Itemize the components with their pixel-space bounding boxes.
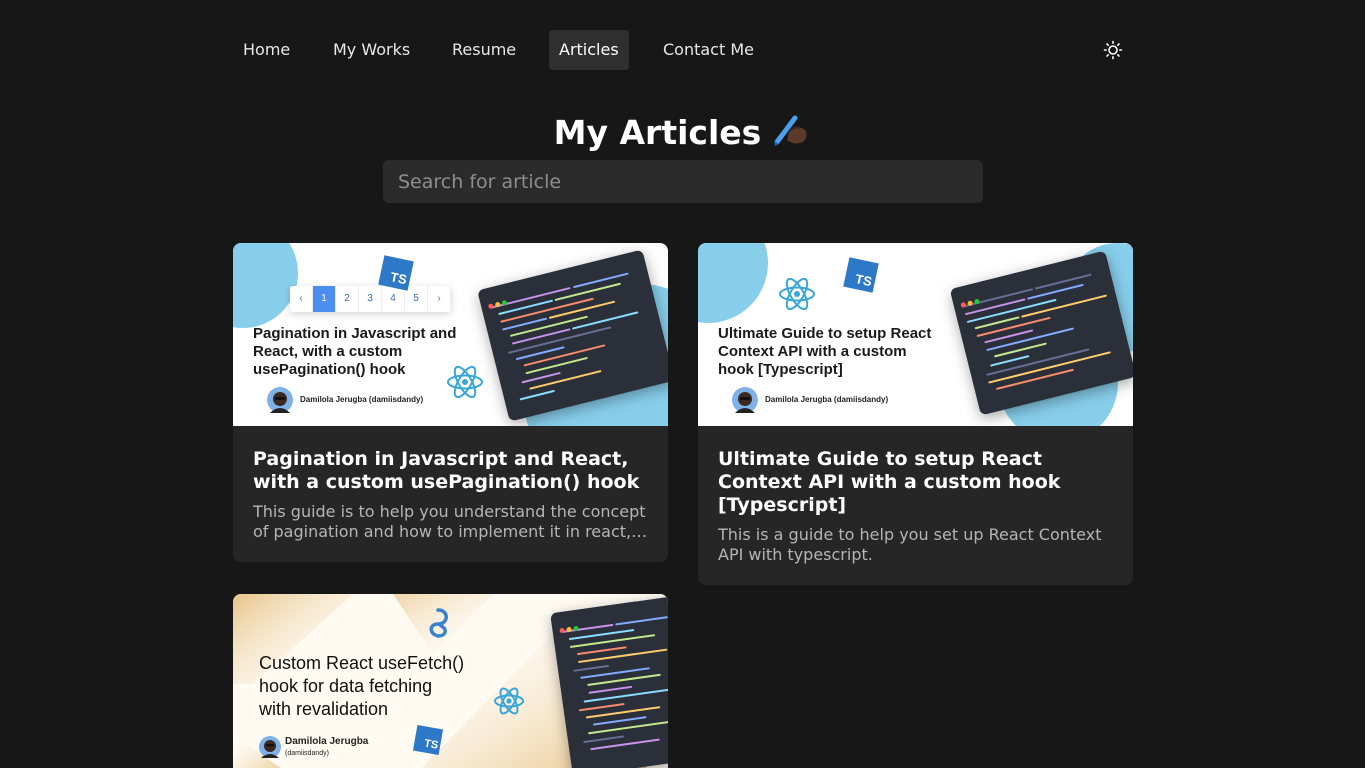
pager-prev: ‹ [290, 286, 313, 312]
pager-next: › [428, 286, 451, 312]
article-title[interactable]: Pagination in Javascript and React, with… [253, 448, 648, 494]
article-thumbnail: ‹ 1 2 3 4 5 › TS Pagination in Javascrip… [233, 243, 668, 426]
react-logo-icon [494, 687, 524, 715]
react-logo-icon [447, 365, 483, 399]
article-description: This guide is to help you understand the… [253, 502, 646, 541]
code-editor-graphic [550, 596, 668, 768]
nav-articles[interactable]: Articles [549, 30, 629, 70]
author-avatar [732, 387, 758, 413]
pagination-graphic: ‹ 1 2 3 4 5 › [290, 286, 451, 312]
pager-page: 2 [336, 286, 359, 312]
page-title-text: My Articles [553, 113, 762, 152]
nav-resume[interactable]: Resume [442, 30, 526, 70]
thumbnail-headline-line: usePagination() hook [253, 361, 406, 378]
thumbnail-author-handle: (damiisdandy) [285, 750, 329, 757]
pager-page: 1 [313, 286, 336, 312]
thumbnail-headline-line: Context API with a custom [718, 343, 907, 360]
thumbnail-headline: Pagination in Javascript and React, with… [253, 325, 456, 379]
page-title: My Articles [0, 108, 1365, 161]
thumbnail-headline-line: Custom React useFetch() [259, 653, 465, 673]
thumbnail-author: Damilola Jerugba (damiisdandy) [765, 395, 889, 404]
thumbnail-headline: Custom React useFetch() hook for data fe… [259, 652, 464, 721]
typescript-logo-icon: TS [378, 255, 414, 291]
thumbnail-headline-line: hook [Typescript] [718, 361, 843, 378]
react-logo-icon [779, 277, 815, 311]
main-nav: Home My Works Resume Articles Contact Me [233, 30, 1133, 70]
author-avatar [267, 387, 293, 413]
author-avatar [259, 736, 281, 758]
article-description: This is a guide to help you set up React… [718, 525, 1102, 564]
thumbnail-headline-line: Ultimate Guide to setup React [718, 325, 932, 342]
thumbnail-author-name: Damilola Jerugba [285, 736, 369, 747]
typescript-logo-icon: TS [412, 724, 444, 756]
pager-page: 4 [382, 286, 405, 312]
search-input[interactable] [383, 160, 983, 203]
sun-icon[interactable] [1103, 40, 1123, 60]
nav-home[interactable]: Home [233, 30, 300, 70]
thumbnail-author: Damilola Jerugba (damiisdandy) [285, 736, 368, 760]
thumbnail-headline: Ultimate Guide to setup React Context AP… [718, 325, 931, 379]
nav-contact-me[interactable]: Contact Me [653, 30, 764, 70]
thumbnail-headline-line: Pagination in Javascript and [253, 325, 457, 342]
article-thumbnail: TS Ultimate Guide to setup React Context… [698, 243, 1133, 426]
thumbnail-headline-line: hook for data fetching [259, 676, 433, 696]
writing-hand-icon [769, 108, 811, 161]
pager-page: 3 [359, 286, 382, 312]
article-title[interactable]: Ultimate Guide to setup React Context AP… [718, 448, 1113, 517]
article-card[interactable]: TS Ultimate Guide to setup React Context… [698, 243, 1133, 585]
pager-page: 5 [405, 286, 428, 312]
thumbnail-headline-line: React, with a custom [253, 343, 403, 360]
thumbnail-author: Damilola Jerugba (damiisdandy) [300, 395, 424, 404]
article-card[interactable]: Custom React useFetch() hook for data fe… [233, 594, 668, 768]
article-thumbnail: Custom React useFetch() hook for data fe… [233, 594, 668, 768]
nav-my-works[interactable]: My Works [323, 30, 420, 70]
article-card[interactable]: ‹ 1 2 3 4 5 › TS Pagination in Javascrip… [233, 243, 668, 562]
thumbnail-headline-line: with revalidation [259, 699, 389, 719]
swr-logo-icon [429, 608, 448, 638]
typescript-logo-icon: TS [843, 257, 879, 293]
